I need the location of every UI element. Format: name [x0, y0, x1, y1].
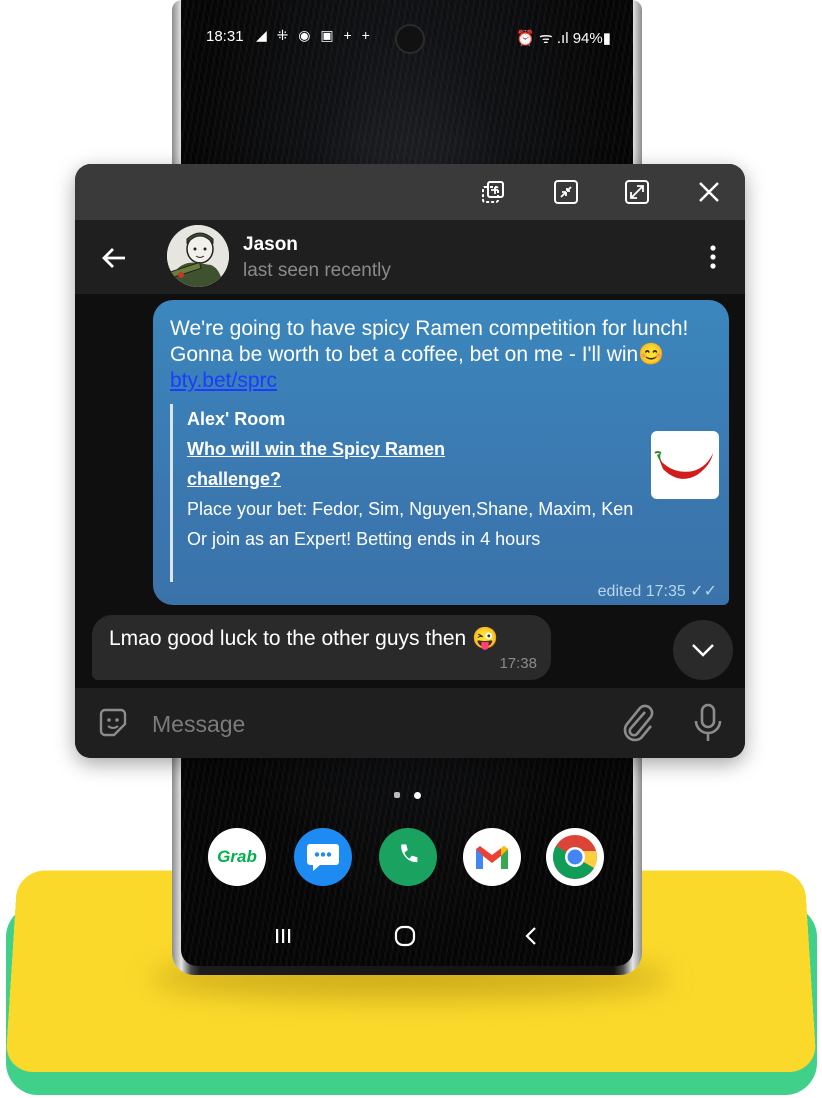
status-time: 18:31	[206, 28, 244, 45]
telegram-popup-window: Jason last seen recently We're going to …	[75, 164, 745, 758]
recent-apps-button[interactable]	[258, 918, 308, 954]
app-dock: Grab	[208, 828, 608, 888]
more-menu-button[interactable]	[703, 242, 723, 272]
link-preview[interactable]: Alex' Room Who will win the Spicy Ramen …	[170, 404, 667, 582]
window-title-bar	[75, 164, 745, 220]
incoming-message-text: Lmao good luck to the other guys then 😜	[109, 627, 498, 651]
close-button[interactable]	[691, 174, 727, 210]
message-meta: edited 17:35 ✓✓	[597, 583, 717, 600]
kebab-menu-icon	[710, 245, 716, 269]
phone-handset-icon	[401, 844, 418, 863]
system-nav-bar	[230, 918, 590, 954]
back-nav-button[interactable]	[506, 918, 556, 954]
attach-button[interactable]	[623, 704, 657, 742]
incoming-message[interactable]: Lmao good luck to the other guys then 😜 …	[92, 615, 551, 680]
pip-button[interactable]	[475, 174, 511, 210]
preview-title[interactable]: Who will win the Spicy Ramen challenge?	[187, 434, 507, 494]
minimize-button[interactable]	[548, 174, 584, 210]
avatar-soldier-icon	[167, 225, 229, 287]
chat-bubble-icon	[307, 844, 339, 871]
back-chevron-icon	[525, 927, 536, 945]
preview-thumbnail[interactable]	[651, 431, 719, 499]
gmail-m-icon	[476, 846, 508, 869]
message-composer	[75, 688, 745, 758]
outgoing-text: We're going to have spicy Ramen competit…	[170, 317, 689, 366]
chrome-app-icon[interactable]	[546, 828, 604, 886]
home-button[interactable]	[380, 918, 430, 954]
incoming-text: Lmao good luck to the other guys then	[109, 627, 467, 650]
bet-link[interactable]: bty.bet/sprc	[170, 369, 277, 392]
grab-app-icon[interactable]: Grab	[208, 828, 266, 886]
preview-description-line2: Or join as an Expert! Betting ends in 4 …	[187, 529, 541, 549]
paperclip-icon	[623, 704, 654, 742]
preview-site-name: Alex' Room	[187, 409, 286, 429]
page-indicator	[392, 788, 432, 802]
sticker-smile-icon	[99, 708, 127, 737]
chili-pepper-icon	[654, 451, 713, 479]
maximize-button[interactable]	[619, 174, 655, 210]
wink-tongue-emoji: 😜	[472, 627, 499, 650]
scroll-down-button[interactable]	[673, 620, 733, 680]
status-system-icons: ⏰ ᯤ .ıl 94%▮	[516, 30, 611, 47]
voice-record-button[interactable]	[689, 702, 727, 744]
outgoing-message[interactable]: We're going to have spicy Ramen competit…	[153, 300, 729, 605]
preview-description-line1: Place your bet: Fedor, Sim, Nguyen,Shane…	[187, 499, 634, 519]
pip-icon	[482, 181, 504, 203]
chat-header: Jason last seen recently	[75, 220, 745, 294]
back-button[interactable]	[97, 240, 133, 276]
phone-app-icon[interactable]	[379, 828, 437, 886]
contact-name: Jason	[243, 234, 298, 255]
grab-label: Grab	[217, 847, 257, 866]
smile-emoji: 😊	[638, 343, 665, 366]
arrow-left-icon	[102, 248, 125, 268]
messages-app-icon[interactable]	[294, 828, 352, 886]
avatar[interactable]	[167, 225, 229, 287]
home-indicator-icon	[394, 792, 400, 798]
close-icon	[699, 182, 719, 202]
outgoing-message-text: We're going to have spicy Ramen competit…	[170, 316, 720, 394]
message-list[interactable]: We're going to have spicy Ramen competit…	[75, 294, 745, 688]
recents-icon	[276, 929, 291, 943]
page-dot-icon	[414, 792, 421, 799]
maximize-icon	[625, 180, 649, 204]
incoming-time: 17:38	[499, 655, 537, 672]
status-notification-icons: ◢ ⁜ ◉ ▣ + +	[256, 27, 373, 43]
status-bar: 18:31 ◢ ⁜ ◉ ▣ + + ⏰ ᯤ .ıl 94%▮	[181, 22, 633, 52]
contact-status: last seen recently	[243, 260, 391, 281]
chevron-down-icon	[692, 644, 714, 657]
gmail-app-icon[interactable]	[463, 828, 521, 886]
minimize-icon	[554, 180, 578, 204]
home-icon	[394, 925, 416, 947]
message-input[interactable]	[150, 708, 604, 740]
emoji-sticker-button[interactable]	[96, 706, 130, 740]
chrome-logo-icon	[553, 835, 597, 879]
microphone-icon	[694, 703, 722, 741]
